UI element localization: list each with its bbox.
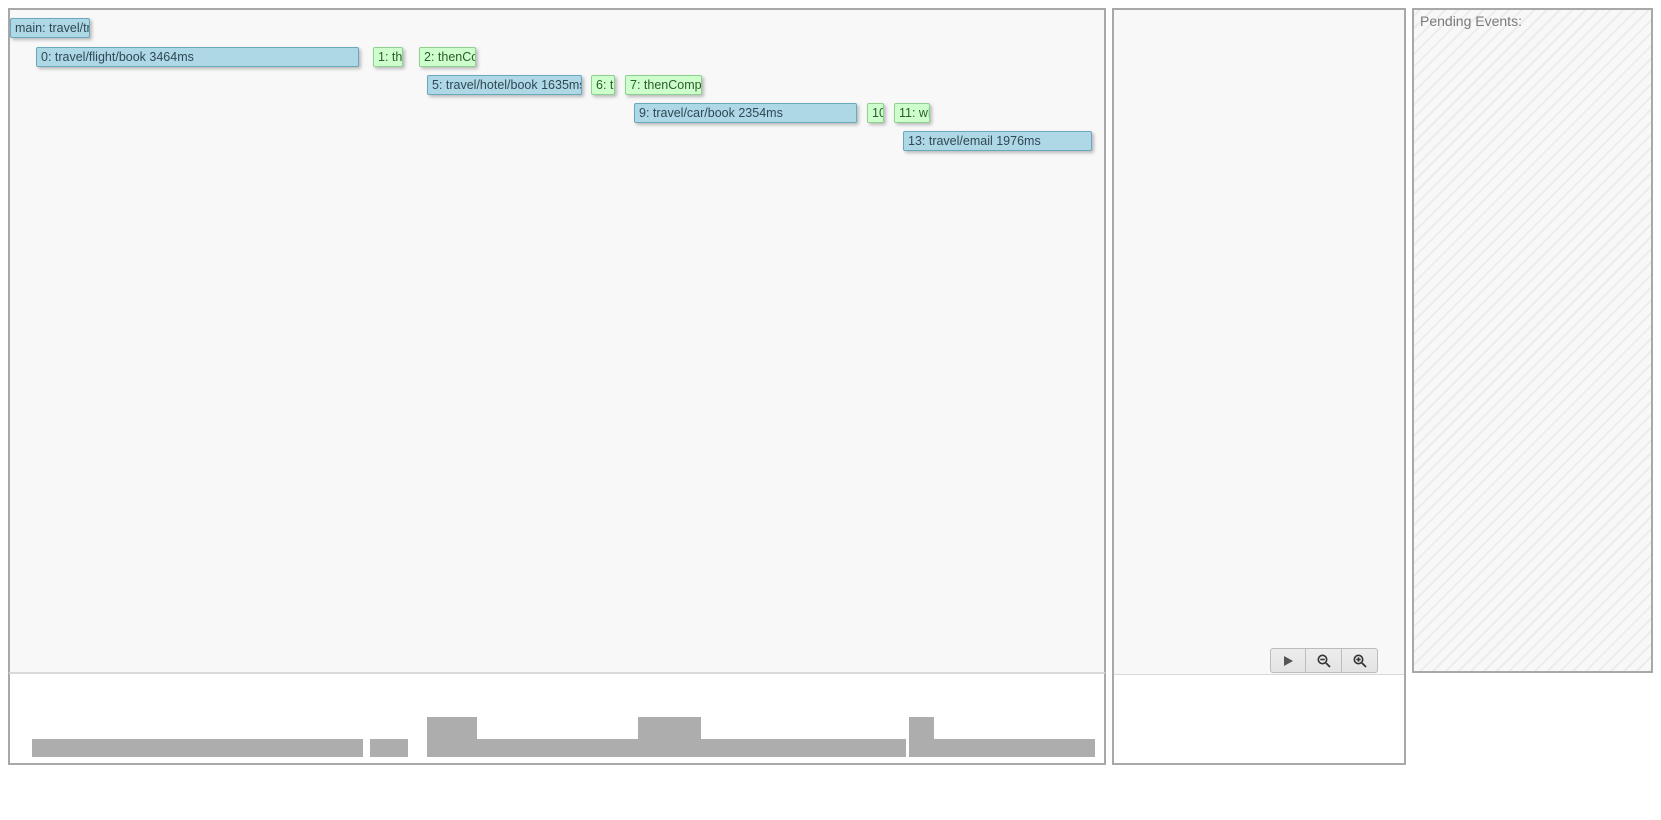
minimap-bar[interactable]	[638, 717, 701, 757]
minimap-bar[interactable]	[427, 717, 477, 757]
trace-span-s11[interactable]: 11: wh	[894, 103, 930, 123]
minimap[interactable]	[32, 715, 1098, 757]
trace-span-s0[interactable]: 0: travel/flight/book 3464ms	[36, 47, 359, 67]
trace-span-s1[interactable]: 1: the	[373, 47, 403, 67]
trace-span-s5[interactable]: 5: travel/hotel/book 1635ms	[427, 75, 582, 95]
trace-span-s2[interactable]: 2: thenCom	[419, 47, 476, 67]
minimap-bar[interactable]	[934, 739, 1095, 757]
trace-timeline-panel[interactable]: main: travel/tr 0: travel/flight/book 346…	[8, 8, 1106, 673]
zoom-in-button[interactable]	[1342, 648, 1378, 673]
trace-span-s13[interactable]: 13: travel/email 1976ms	[903, 131, 1092, 151]
trace-span-s10[interactable]: 10:	[867, 103, 884, 123]
play-button[interactable]	[1270, 648, 1306, 673]
trace-span-s9[interactable]: 9: travel/car/book 2354ms	[634, 103, 857, 123]
play-icon	[1282, 655, 1294, 667]
zoom-out-button[interactable]	[1306, 648, 1342, 673]
minimap-bar[interactable]	[370, 739, 408, 757]
zoom-in-icon	[1353, 654, 1367, 668]
minimap-bar[interactable]	[701, 739, 906, 757]
trace-span-s_main[interactable]: main: travel/tr	[10, 18, 90, 38]
trace-span-s6[interactable]: 6: t	[591, 75, 615, 95]
trace-span-s7[interactable]: 7: thenCompos	[625, 75, 702, 95]
pending-events-panel: Pending Events:	[1412, 8, 1653, 673]
zoom-out-icon	[1317, 654, 1331, 668]
detail-panel	[1112, 8, 1406, 765]
minimap-panel[interactable]	[8, 673, 1106, 765]
minimap-bar[interactable]	[909, 717, 934, 757]
playback-controls	[1270, 648, 1378, 673]
detail-panel-top	[1114, 10, 1404, 675]
minimap-bar[interactable]	[32, 739, 363, 757]
minimap-bar[interactable]	[477, 739, 638, 757]
pending-events-title: Pending Events:	[1414, 10, 1651, 32]
